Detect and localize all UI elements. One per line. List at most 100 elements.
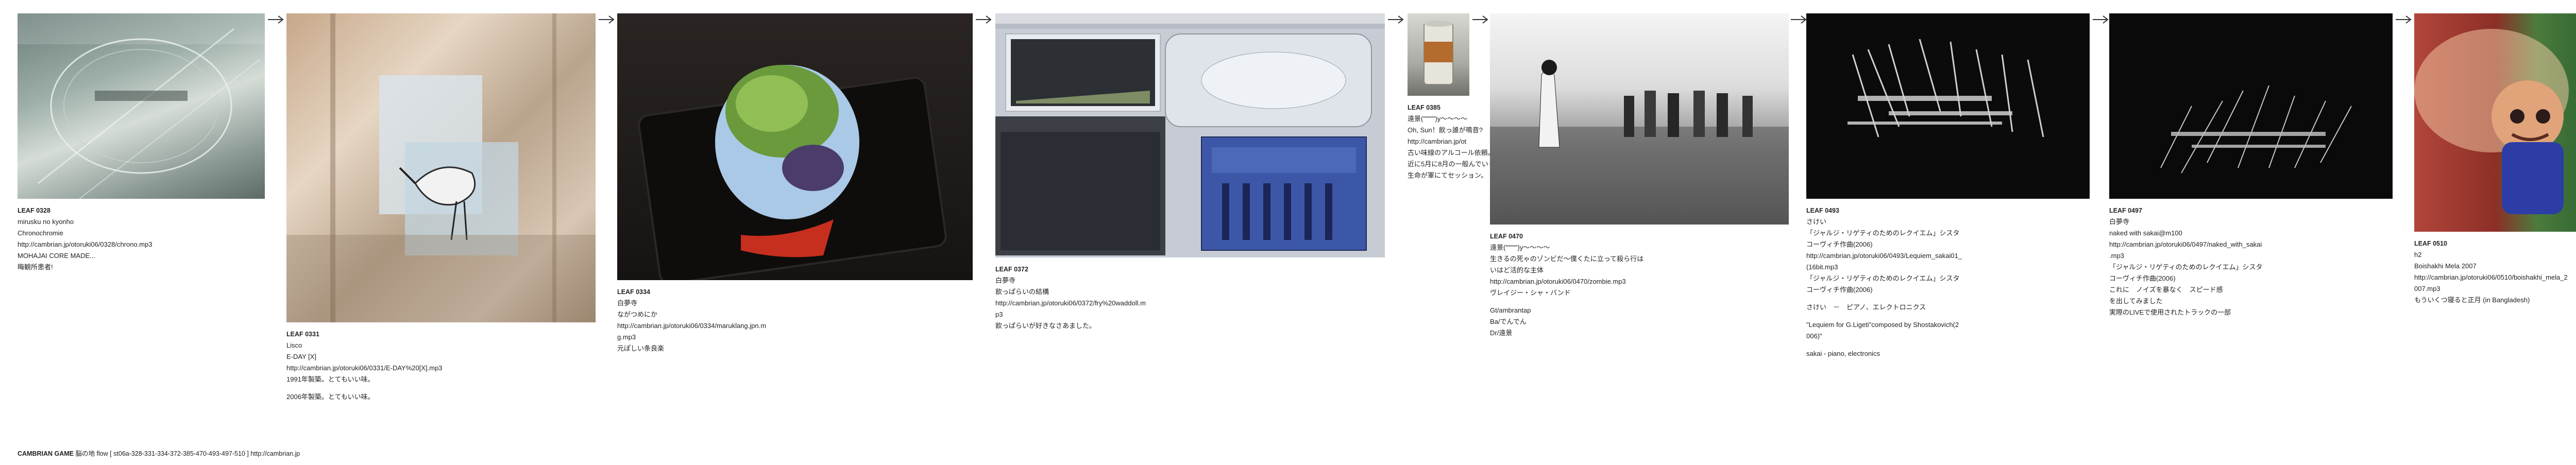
footer-flow: flow [ st06a-328-331-334-372-385-470-493… (96, 450, 249, 457)
leaf-mp3-link[interactable]: http://cambrian.jp/otoruki06/0372/fry%20… (995, 298, 1385, 309)
leaf-line: 1991年製築。とてもいい味。 (286, 375, 375, 383)
flow-arrow-icon (2395, 14, 2412, 25)
leaf-line: 「ジャルジ・リゲティのためのレクイエム」シスタ (2109, 263, 2263, 271)
leaf-id: LEAF 0372 (995, 266, 1028, 273)
leaf-line: Chronochromie (18, 229, 63, 237)
leaf-line: コーヴィチ作曲(2006) (1806, 286, 1873, 294)
leaf-id: LEAF 0334 (617, 288, 650, 296)
flow-arrow-icon (1387, 14, 1404, 25)
leaf-id: LEAF 0331 (286, 331, 319, 338)
leaf-meta-0497: LEAF 0497 白夢寺 naked with sakai@m100 http… (2109, 205, 2393, 318)
leaf-card-0510: LEAF 0510 h2 Boishakhi Mela 2007 http://… (2414, 13, 2576, 306)
leaf-line: 実際のLIVEで使用されたトラックの一部 (2109, 308, 2231, 316)
leaf-mp3-link[interactable]: http://cambrian.jp/otoruki06/0497/naked_… (2109, 239, 2393, 250)
leaf-line: いはど活的な主体 (1490, 266, 1544, 274)
footer-sep: 脳の地 (75, 450, 95, 457)
leaf-line: Ba/でんでん (1490, 318, 1527, 325)
leaf-card-0493: LEAF 0493 さけい 「ジャルジ・リゲティのためのレクイエム」シスタ コー… (1806, 13, 2090, 359)
leaf-meta-0331: LEAF 0331 Lisco E-DAY [X] http://cambria… (286, 329, 596, 403)
leaf-line: 006)" (1806, 332, 1822, 340)
leaf-line: Gt/ambrantap (1490, 306, 1531, 314)
leaf-line: .mp3 (2109, 252, 2124, 260)
leaf-image-0493[interactable] (1806, 13, 2090, 199)
leaf-mp3-link[interactable]: http://cambrian.jp/otoruki06/0470/zombie… (1490, 276, 1789, 287)
leaf-line: 遠景(""""")y〜〜〜〜 (1408, 115, 1468, 123)
leaf-image-0497[interactable] (2109, 13, 2393, 199)
leaf-image-0334[interactable] (617, 13, 973, 280)
leaf-line: naked with sakai@m100 (2109, 229, 2182, 237)
flow-arrow-icon (2092, 14, 2109, 25)
leaf-card-0497: LEAF 0497 白夢寺 naked with sakai@m100 http… (2109, 13, 2393, 318)
leaf-meta-0372: LEAF 0372 白夢寺 飲っぱらいの結構 http://cambrian.j… (995, 264, 1385, 332)
leaf-line: g.mp3 (617, 333, 636, 341)
leaf-image-0328[interactable] (18, 13, 265, 199)
leaf-line: もういくつ寝ると正月 (in Bangladesh) (2414, 296, 2530, 304)
flow-arrow-icon (267, 14, 284, 25)
flow-arrow-icon (975, 14, 992, 25)
leaf-card-0328: LEAF 0328 mirusku no kyonho Chronochromi… (18, 13, 265, 273)
leaf-card-0385: LEAF 0385 遠景(""""")y〜〜〜〜 Oh, Sun！飲っ誰が鳴音?… (1408, 13, 1495, 181)
leaf-meta-0385: LEAF 0385 遠景(""""")y〜〜〜〜 Oh, Sun！飲っ誰が鳴音?… (1408, 102, 1495, 181)
leaf-line: を出してみました (2109, 297, 2163, 305)
footer-link[interactable]: http://cambrian.jp (250, 450, 300, 457)
leaf-line: 白夢寺 (2109, 218, 2130, 226)
leaf-image-0385[interactable] (1408, 13, 1469, 96)
leaf-card-0334: LEAF 0334 白夢寺 ながつめにか http://cambrian.jp/… (617, 13, 973, 354)
leaf-line: 生命が軍にてセッション。 (1408, 171, 1488, 179)
leaf-mp3-link[interactable]: http://cambrian.jp/otoruki06/0510/boisha… (2414, 272, 2576, 283)
leaf-line: 007.mp3 (2414, 285, 2441, 292)
leaf-line: さけい (1806, 218, 1827, 226)
flow-arrow-icon (1790, 14, 1807, 25)
leaf-line: h2 (2414, 251, 2422, 259)
leaf-line: Boishakhi Mela 2007 (2414, 262, 2477, 270)
leaf-line: sakai - piano, electronics (1806, 350, 1880, 357)
leaf-line: コーヴィチ作曲(2006) (1806, 240, 1873, 248)
leaf-image-0470[interactable] (1490, 13, 1789, 225)
leaf-line: 飲っぱらいの結構 (995, 288, 1049, 296)
leaf-line: mirusku no kyonho (18, 218, 74, 226)
leaf-line: "Lequiem for G.Ligeti"composed by Shosta… (1806, 321, 1959, 329)
leaf-card-0470: LEAF 0470 遠景(""""")y〜〜〜〜 生きるの死ゃのゾンビだ〜僕くた… (1490, 13, 1789, 339)
leaf-line: 「ジャルジ・リゲティのためのレクイエム」シスタ (1806, 229, 1960, 237)
leaf-id: LEAF 0510 (2414, 240, 2447, 247)
leaf-id: LEAF 0328 (18, 207, 50, 214)
leaf-line: これに ノイズを暴なく スピード感 (2109, 286, 2223, 294)
leaf-meta-0470: LEAF 0470 遠景(""""")y〜〜〜〜 生きるの死ゃのゾンビだ〜僕くた… (1490, 231, 1789, 339)
flow-arrow-icon (1471, 14, 1489, 25)
leaf-mp3-link[interactable]: http://cambrian.jp/ot (1408, 136, 1495, 147)
leaf-mp3-link[interactable]: http://cambrian.jp/otoruki06/0331/E-DAY%… (286, 363, 596, 374)
leaf-line: 元ぽしい条良楽 (617, 345, 665, 352)
leaf-id: LEAF 0497 (2109, 207, 2142, 214)
leaf-image-0372[interactable] (995, 13, 1385, 257)
footer-bar: CAMBRIAN GAME 脳の地 flow [ st06a-328-331-3… (18, 448, 300, 458)
leaf-id: LEAF 0470 (1490, 233, 1523, 240)
leaf-line: 遠景(""""")y〜〜〜〜 (1490, 244, 1550, 251)
leaf-line: p3 (995, 311, 1003, 318)
footer-title: CAMBRIAN GAME (18, 450, 74, 457)
leaf-line: Lisco (286, 341, 302, 349)
leaf-line: E-DAY [X] (286, 353, 317, 360)
flow-arrow-icon (598, 14, 615, 25)
leaf-mp3-link[interactable]: http://cambrian.jp/otoruki06/0493/Lequie… (1806, 250, 2090, 262)
leaf-card-0372: LEAF 0372 白夢寺 飲っぱらいの結構 http://cambrian.j… (995, 13, 1385, 332)
leaf-line: 生きるの死ゃのゾンビだ〜僕くたに立って殺ら行は (1490, 255, 1644, 263)
leaf-line: コーヴィチ作曲(2006) (2109, 274, 2176, 282)
leaf-line: 飲っぱらいが好きなさあました。 (995, 322, 1096, 330)
leaf-line: 白夢寺 (617, 299, 638, 307)
leaf-line: (16bit.mp3 (1806, 263, 1838, 271)
leaf-line: 晦観所患者! (18, 263, 53, 271)
leaf-image-0331[interactable] (286, 13, 596, 322)
leaf-id: LEAF 0493 (1806, 207, 1839, 214)
leaf-image-0510[interactable] (2414, 13, 2576, 232)
leaf-line: さけい － ピアノ、エレクトロニクス (1806, 303, 1926, 311)
leaf-line: 古い味線のアルコール依頼。 (1408, 149, 1495, 157)
leaf-line: Dr/遠景 (1490, 329, 1513, 337)
leaf-mp3-link[interactable]: http://cambrian.jp/otoruki06/0328/chrono… (18, 239, 265, 250)
leaf-meta-0510: LEAF 0510 h2 Boishakhi Mela 2007 http://… (2414, 238, 2576, 306)
leaf-line: 「ジャルジ・リゲティのためのレクイエム」シスタ (1806, 274, 1960, 282)
leaf-mp3-link[interactable]: http://cambrian.jp/otoruki06/0334/marukl… (617, 320, 973, 332)
leaf-line: Oh, Sun！飲っ誰が鳴音? (1408, 126, 1483, 134)
leaf-line: 近に5月に8月の一般んでいく (1408, 160, 1495, 168)
leaf-line: 白夢寺 (995, 277, 1016, 284)
leaf-meta-0493: LEAF 0493 さけい 「ジャルジ・リゲティのためのレクイエム」シスタ コー… (1806, 205, 2090, 359)
